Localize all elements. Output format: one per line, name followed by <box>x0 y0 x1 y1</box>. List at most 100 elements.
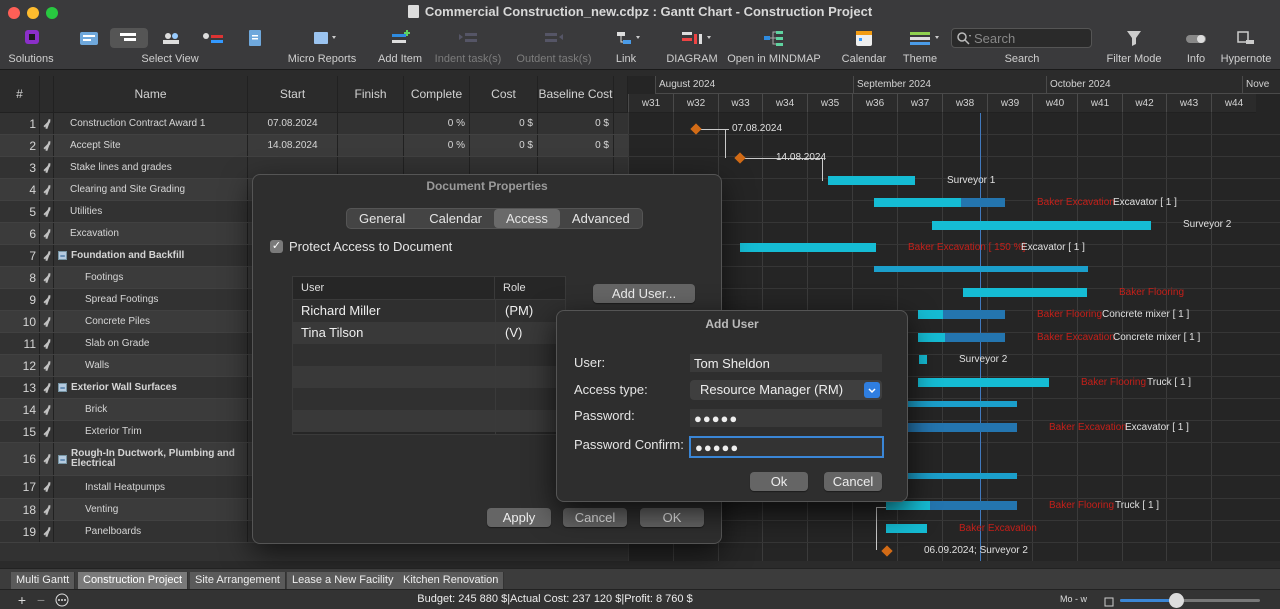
col-header-num[interactable]: # <box>0 76 40 113</box>
user-field[interactable] <box>690 354 882 372</box>
task-type-icon <box>40 113 54 134</box>
task-bar[interactable] <box>963 288 1087 297</box>
theme-button[interactable]: Theme <box>898 24 942 68</box>
access-type-label: Access type: <box>574 382 648 397</box>
apply-button[interactable]: Apply <box>487 508 551 527</box>
info-toggle-icon <box>1184 28 1208 48</box>
empty-row <box>293 366 565 388</box>
page-view-icon[interactable] <box>244 28 266 48</box>
task-icon <box>42 454 52 464</box>
task-bar-progress <box>930 501 1017 510</box>
month-november: Nove <box>1242 76 1280 94</box>
tab-access[interactable]: Access <box>494 209 560 228</box>
task-bar[interactable] <box>919 355 927 364</box>
add-user-button[interactable]: Add User... <box>593 284 695 303</box>
gantt-resource: Baker Flooring <box>1119 287 1185 298</box>
task-name: Venting <box>54 499 248 520</box>
tab-calendar[interactable]: Calendar <box>417 209 494 228</box>
col-header-start[interactable]: Start <box>248 76 338 113</box>
solutions-button[interactable]: Solutions <box>8 24 54 68</box>
task-type-icon <box>40 399 54 420</box>
tab-general[interactable]: General <box>347 209 417 228</box>
row-number: 1 <box>0 113 40 134</box>
add-ok-button[interactable]: Ok <box>750 472 808 491</box>
collapse-group-icon[interactable]: − <box>58 251 67 261</box>
open-mindmap-button[interactable]: Open in MINDMAP <box>727 24 821 68</box>
row-number: 12 <box>0 355 40 376</box>
task-icon <box>42 482 52 492</box>
task-type-icon <box>40 443 54 475</box>
tab-construction-project[interactable]: Construction Project <box>78 572 189 589</box>
password-confirm-field[interactable] <box>689 436 884 458</box>
collapse-group-icon[interactable]: − <box>58 454 67 464</box>
zoom-slider[interactable] <box>1120 593 1260 608</box>
user-role: (PM) <box>505 303 534 318</box>
task-bar[interactable] <box>828 176 915 185</box>
gantt-label: Excavator [ 1 ] <box>1021 242 1085 253</box>
tab-lease-facility[interactable]: Lease a New Facility <box>287 572 400 589</box>
task-bar[interactable] <box>886 524 927 533</box>
access-type-select[interactable]: Resource Manager (RM) <box>690 380 882 400</box>
collapse-group-icon[interactable]: − <box>58 383 67 393</box>
task-row[interactable]: 2 Accept Site 14.08.2024 0 % 0 $0 $ <box>0 135 628 157</box>
task-name: Concrete Piles <box>54 311 248 332</box>
col-header-baseline[interactable]: Baseline Cost <box>538 76 614 113</box>
summary-bar[interactable] <box>908 473 1017 479</box>
task-icon <box>42 295 52 305</box>
task-name-text: Exterior Wall Surfaces <box>71 382 177 393</box>
task-bar[interactable] <box>918 333 945 342</box>
col-header-name[interactable]: Name <box>54 76 248 113</box>
user-row[interactable]: Tina Tilson (V) <box>293 322 565 344</box>
week-header: w42 <box>1122 94 1166 113</box>
tab-kitchen-renovation[interactable]: Kitchen Renovation <box>398 572 505 589</box>
task-start: 14.08.2024 <box>248 135 338 156</box>
dialog-title: Document Properties <box>426 179 548 193</box>
task-name: Install Heatpumps <box>54 476 248 498</box>
task-bar[interactable] <box>918 378 1049 387</box>
task-name-text: Venting <box>85 504 119 515</box>
users-col-role[interactable]: Role <box>495 277 565 300</box>
doc-ok-button[interactable]: OK <box>640 508 704 527</box>
task-name-text: Slab on Grade <box>85 338 150 349</box>
task-bar[interactable] <box>908 423 1017 432</box>
week-header: w35 <box>807 94 852 113</box>
users-col-user[interactable]: User <box>293 277 495 300</box>
users-table: User Role Richard Miller (PM) Tina Tilso… <box>292 276 566 435</box>
summary-bar[interactable] <box>908 401 1017 407</box>
task-bar[interactable] <box>874 198 961 207</box>
task-bar[interactable] <box>918 310 943 319</box>
task-name: Accept Site <box>54 135 248 156</box>
tab-advanced[interactable]: Advanced <box>560 209 642 228</box>
task-icon <box>42 141 52 151</box>
row-number: 2 <box>0 135 40 156</box>
task-bar-progress <box>945 333 1005 342</box>
task-row[interactable]: 1 Construction Contract Award 1 07.08.2024… <box>0 113 628 135</box>
row-number: 18 <box>0 499 40 520</box>
gantt-view-icon[interactable] <box>78 28 100 48</box>
tab-site-arrangement[interactable]: Site Arrangement <box>190 572 286 589</box>
task-bar[interactable] <box>886 501 930 510</box>
protect-access-checkbox[interactable]: ✓ <box>270 240 283 253</box>
gantt-resource: Baker Excavation <box>1037 197 1115 208</box>
task-name-text: Clearing and Site Grading <box>70 184 186 195</box>
summary-bar[interactable] <box>874 266 1088 272</box>
password-field[interactable] <box>690 409 882 427</box>
doc-cancel-button[interactable]: Cancel <box>563 508 627 527</box>
user-row[interactable]: Richard Miller (PM) <box>293 300 565 322</box>
col-header-finish[interactable]: Finish <box>338 76 404 113</box>
hypernote-button[interactable]: Hypernote <box>1221 24 1271 68</box>
col-header-cost[interactable]: Cost <box>470 76 538 113</box>
zoom-slider-knob[interactable] <box>1169 593 1184 608</box>
empty-row <box>293 410 565 432</box>
task-type-icon <box>40 377 54 398</box>
task-bar[interactable] <box>740 243 876 252</box>
tab-multi-gantt[interactable]: Multi Gantt <box>11 572 76 589</box>
col-header-complete[interactable]: Complete <box>404 76 470 113</box>
task-name-text: Construction Contract Award 1 <box>70 118 206 129</box>
diagram-button[interactable]: DIAGRAM <box>666 24 718 68</box>
task-type-icon <box>40 179 54 200</box>
week-header: w31 <box>628 94 673 113</box>
add-cancel-button[interactable]: Cancel <box>824 472 882 491</box>
task-bar[interactable] <box>932 221 1151 230</box>
diagram-icon <box>680 28 711 48</box>
